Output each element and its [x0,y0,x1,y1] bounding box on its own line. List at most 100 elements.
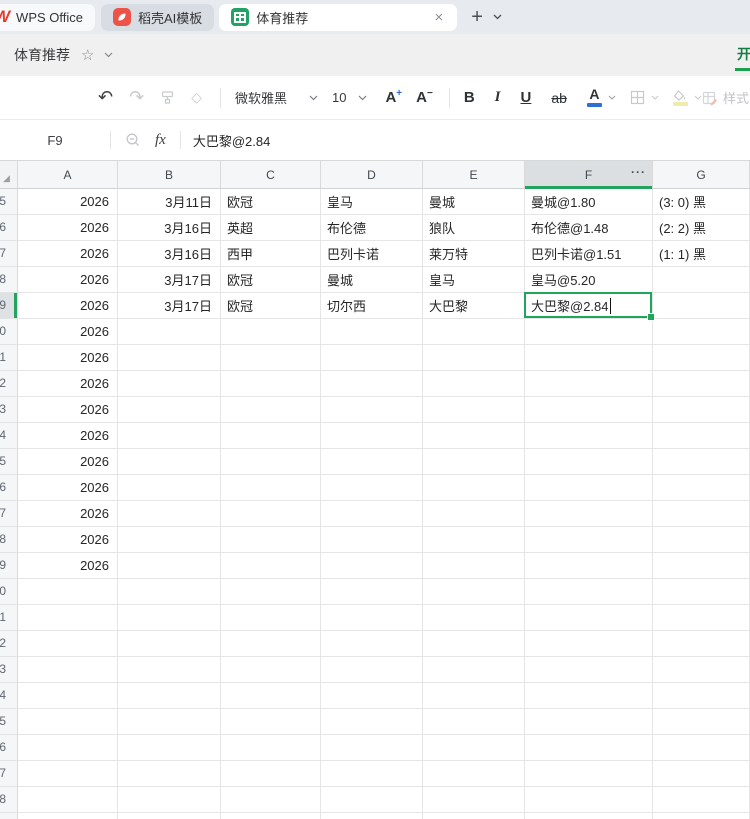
cell-A20[interactable] [18,579,118,605]
cell-F27[interactable] [525,761,653,787]
cell-E18[interactable] [423,527,525,553]
cell-E10[interactable] [423,319,525,345]
cell-C11[interactable] [221,345,321,371]
font-color-button[interactable]: A [586,87,602,107]
cell-F16[interactable] [525,475,653,501]
row-header-19[interactable]: 19 [0,553,18,579]
cell-B23[interactable] [118,657,221,683]
cell-E7[interactable]: 莱万特 [423,241,525,267]
cell-G29[interactable] [653,813,750,819]
column-more-icon[interactable]: ··· [631,165,646,179]
font-name-select[interactable]: 微软雅黑 [235,88,318,107]
cell-F12[interactable] [525,371,653,397]
cell-D12[interactable] [321,371,423,397]
row-header-14[interactable]: 14 [0,423,18,449]
cell-B13[interactable] [118,397,221,423]
row-header-25[interactable]: 25 [0,709,18,735]
cell-C6[interactable]: 英超 [221,215,321,241]
fill-color-chevron-icon[interactable] [694,95,702,100]
cell-F20[interactable] [525,579,653,605]
cell-F23[interactable] [525,657,653,683]
cell-D22[interactable] [321,631,423,657]
cell-A28[interactable] [18,787,118,813]
cell-C14[interactable] [221,423,321,449]
cell-G22[interactable] [653,631,750,657]
row-header-17[interactable]: 17 [0,501,18,527]
cell-D24[interactable] [321,683,423,709]
cell-A17[interactable]: 2026 [18,501,118,527]
cell-D25[interactable] [321,709,423,735]
formula-input[interactable]: 大巴黎@2.84 [193,131,271,150]
cell-E22[interactable] [423,631,525,657]
cell-A5[interactable]: 2026 [18,189,118,215]
cell-C12[interactable] [221,371,321,397]
cell-D15[interactable] [321,449,423,475]
cell-F11[interactable] [525,345,653,371]
cell-F14[interactable] [525,423,653,449]
cell-G6[interactable]: (2: 2) 黑 [653,215,750,241]
cell-A11[interactable]: 2026 [18,345,118,371]
cell-D19[interactable] [321,553,423,579]
row-header-5[interactable]: 5 [0,189,18,215]
underline-button[interactable]: U [521,89,532,106]
cell-D10[interactable] [321,319,423,345]
cell-F28[interactable] [525,787,653,813]
title-chevron-icon[interactable] [104,52,113,58]
row-header-29[interactable]: 29 [0,813,18,819]
italic-button[interactable]: I [495,89,501,106]
cell-A18[interactable]: 2026 [18,527,118,553]
tab-docer-ai[interactable]: 稻壳AI模板 [101,3,215,31]
cell-E15[interactable] [423,449,525,475]
row-header-6[interactable]: 6 [0,215,18,241]
cell-B6[interactable]: 3月16日 [118,215,221,241]
cell-G23[interactable] [653,657,750,683]
fill-handle[interactable] [647,313,655,321]
cell-B26[interactable] [118,735,221,761]
cell-G17[interactable] [653,501,750,527]
cell-E17[interactable] [423,501,525,527]
row-header-27[interactable]: 27 [0,761,18,787]
cell-C7[interactable]: 西甲 [221,241,321,267]
cell-G10[interactable] [653,319,750,345]
strikethrough-button[interactable]: ab [551,90,567,106]
cell-reference-box[interactable]: F9 [0,133,110,148]
cell-G19[interactable] [653,553,750,579]
cell-E8[interactable]: 皇马 [423,267,525,293]
cell-A12[interactable]: 2026 [18,371,118,397]
cell-F17[interactable] [525,501,653,527]
cell-D14[interactable] [321,423,423,449]
cell-F21[interactable] [525,605,653,631]
cell-G9[interactable] [653,293,750,319]
cell-C8[interactable]: 欧冠 [221,267,321,293]
cell-G11[interactable] [653,345,750,371]
col-header-G[interactable]: G [653,161,750,188]
cell-D28[interactable] [321,787,423,813]
cell-A14[interactable]: 2026 [18,423,118,449]
cell-A29[interactable] [18,813,118,819]
close-tab-icon[interactable]: × [433,9,446,26]
cell-E16[interactable] [423,475,525,501]
cell-C23[interactable] [221,657,321,683]
row-header-26[interactable]: 26 [0,735,18,761]
cell-F7[interactable]: 巴列卡诺@1.51 [525,241,653,267]
cell-G15[interactable] [653,449,750,475]
cell-B16[interactable] [118,475,221,501]
cell-D8[interactable]: 曼城 [321,267,423,293]
cell-D5[interactable]: 皇马 [321,189,423,215]
cell-B29[interactable] [118,813,221,819]
cell-B24[interactable] [118,683,221,709]
cell-D20[interactable] [321,579,423,605]
undo-icon[interactable]: ↶ [98,87,113,108]
col-header-A[interactable]: A [18,161,118,188]
cell-E28[interactable] [423,787,525,813]
cell-B17[interactable] [118,501,221,527]
cell-B7[interactable]: 3月16日 [118,241,221,267]
cell-D16[interactable] [321,475,423,501]
cell-F9[interactable]: 大巴黎@2.84 [524,292,655,321]
cell-B25[interactable] [118,709,221,735]
row-header-12[interactable]: 12 [0,371,18,397]
row-header-15[interactable]: 15 [0,449,18,475]
borders-chevron-icon[interactable] [651,95,659,100]
row-header-23[interactable]: 23 [0,657,18,683]
cell-C9[interactable]: 欧冠 [221,293,321,319]
